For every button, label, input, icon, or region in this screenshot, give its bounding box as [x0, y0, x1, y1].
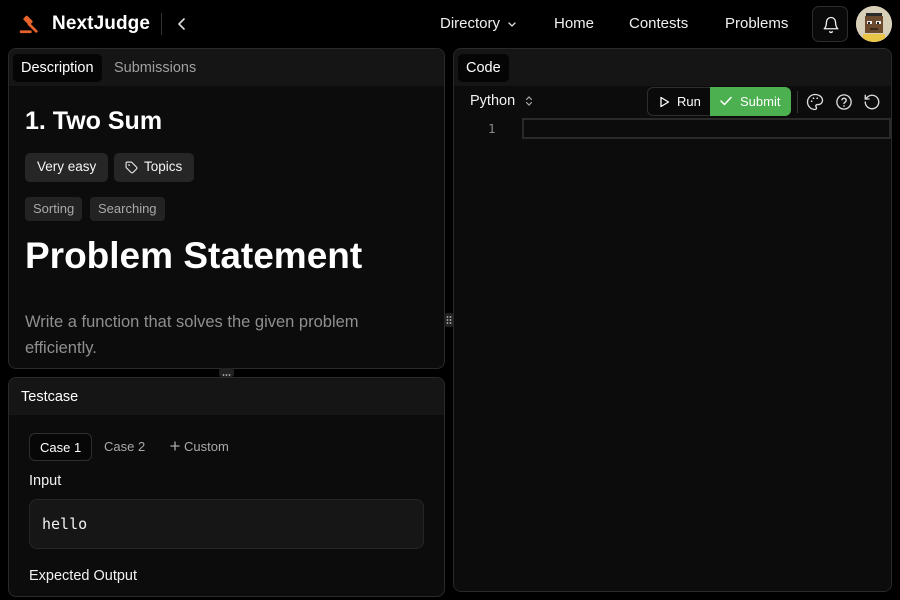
- nav-directory-label: Directory: [440, 15, 501, 32]
- testcase-input-field[interactable]: hello: [29, 499, 424, 549]
- line-number: 1: [488, 121, 496, 136]
- topics-button[interactable]: Topics: [114, 153, 195, 182]
- submit-button[interactable]: Submit: [710, 87, 791, 116]
- statement-text: Write a function that solves the given p…: [25, 313, 359, 357]
- code-toolbar: Python Run Submit: [454, 86, 891, 118]
- language-select[interactable]: Python: [470, 93, 533, 109]
- palette-icon[interactable]: [806, 93, 824, 111]
- language-value: Python: [470, 93, 516, 109]
- top-nav-bar: NextJudge Directory Home Contests Proble…: [0, 0, 900, 48]
- plus-icon: [170, 441, 180, 451]
- case-tab-2[interactable]: Case 2: [94, 433, 155, 461]
- code-panel: Code Python Run Submit 1: [453, 48, 892, 592]
- expected-output-label: Expected Output: [29, 568, 138, 584]
- check-icon: [720, 96, 732, 106]
- gavel-logo-icon[interactable]: [17, 13, 39, 35]
- case-tab-1[interactable]: Case 1: [29, 433, 93, 461]
- description-tab-bar: Description Submissions: [9, 49, 444, 86]
- toolbar-divider: [797, 91, 798, 113]
- topic-chip-searching[interactable]: Searching: [90, 197, 165, 221]
- submit-label: Submit: [740, 94, 781, 109]
- code-tab-bar: Code: [454, 49, 891, 86]
- brand-name[interactable]: NextJudge: [52, 13, 150, 35]
- testcase-panel: Testcase Case 1 Case 2 Custom Input hell…: [8, 377, 445, 597]
- bell-icon: [823, 16, 839, 34]
- help-circle-icon[interactable]: [835, 93, 853, 111]
- tag-icon: [125, 161, 138, 174]
- active-code-line[interactable]: [522, 118, 891, 139]
- add-custom-case-button[interactable]: Custom: [160, 433, 239, 461]
- custom-label: Custom: [184, 439, 229, 454]
- description-panel: Description Submissions 1. Two Sum Very …: [8, 48, 445, 369]
- testcase-title: Testcase: [21, 389, 79, 405]
- nav-contests[interactable]: Contests: [629, 15, 688, 32]
- run-button[interactable]: Run: [647, 87, 711, 116]
- tab-description[interactable]: Description: [13, 54, 102, 82]
- chevron-down-icon: [508, 22, 516, 27]
- code-editor[interactable]: 1: [454, 118, 891, 591]
- topic-chip-sorting[interactable]: Sorting: [25, 197, 83, 221]
- notifications-button[interactable]: [812, 6, 848, 42]
- tab-code[interactable]: Code: [458, 54, 509, 82]
- avatar[interactable]: [856, 6, 892, 42]
- tab-submissions[interactable]: Submissions: [106, 54, 204, 82]
- topics-label: Topics: [144, 159, 183, 174]
- header-divider: [161, 13, 162, 35]
- nav-problems[interactable]: Problems: [725, 15, 788, 32]
- difficulty-badge: Very easy: [25, 153, 109, 182]
- statement-heading: Problem Statement: [25, 235, 363, 276]
- run-label: Run: [677, 94, 701, 109]
- chevrons-up-down-icon: [526, 96, 533, 107]
- nav-home[interactable]: Home: [554, 15, 594, 32]
- problem-title: 1. Two Sum: [25, 107, 163, 135]
- testcase-input-value: hello: [42, 515, 88, 533]
- testcase-header: Testcase: [9, 378, 444, 415]
- input-label: Input: [29, 473, 62, 489]
- horizontal-resize-handle[interactable]: [219, 368, 234, 379]
- reset-icon[interactable]: [863, 93, 881, 111]
- nav-directory[interactable]: Directory: [440, 15, 517, 32]
- play-icon: [660, 96, 670, 108]
- chevron-left-icon[interactable]: [171, 13, 193, 35]
